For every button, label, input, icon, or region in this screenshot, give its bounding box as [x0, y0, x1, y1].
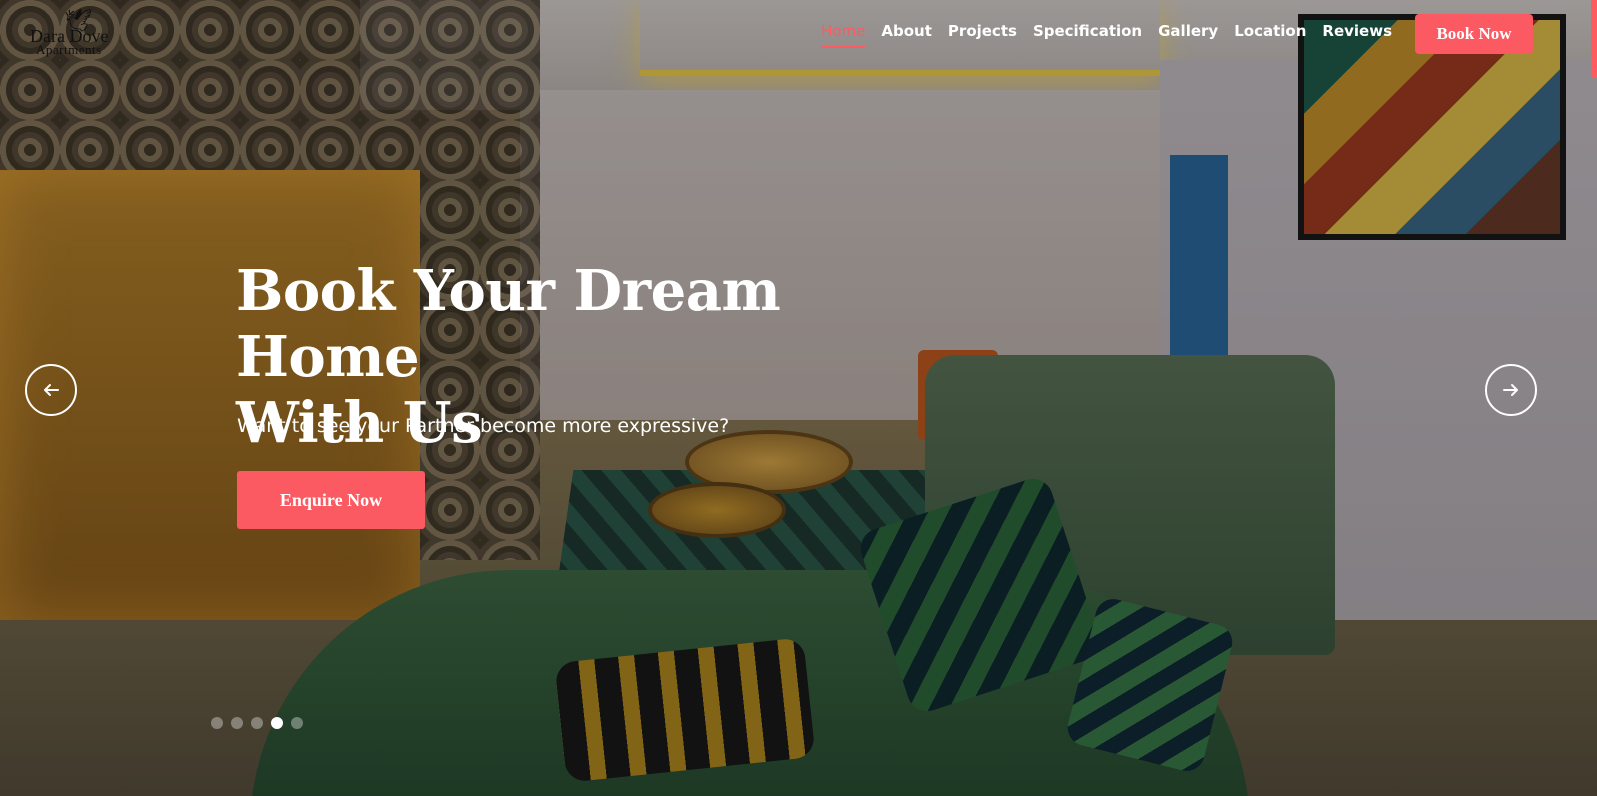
- carousel-dots: [211, 717, 303, 729]
- nav-about[interactable]: About: [881, 22, 932, 48]
- nav-specification[interactable]: Specification: [1033, 22, 1142, 48]
- scroll-indicator: [1591, 0, 1597, 78]
- book-now-button[interactable]: Book Now: [1415, 14, 1533, 54]
- arrow-left-icon: [44, 384, 59, 396]
- arrow-right-icon: [1503, 384, 1518, 396]
- nav-reviews[interactable]: Reviews: [1322, 22, 1392, 48]
- nav-location[interactable]: Location: [1234, 22, 1306, 48]
- site-logo[interactable]: 🕊 Dara Dove Apartments: [30, 10, 130, 58]
- hero-section: 🕊 Dara Dove Apartments Home About Projec…: [0, 0, 1597, 796]
- nav-projects[interactable]: Projects: [948, 22, 1017, 48]
- hero-subtitle: Want to see your Partner become more exp…: [237, 415, 730, 437]
- hero-title-line1: Book Your Dream Home: [236, 258, 781, 390]
- carousel-dot[interactable]: [211, 717, 223, 729]
- carousel-dot-active[interactable]: [271, 717, 283, 729]
- enquire-now-button[interactable]: Enquire Now: [237, 471, 425, 529]
- carousel-dot[interactable]: [231, 717, 243, 729]
- carousel-dot[interactable]: [291, 717, 303, 729]
- logo-subtext: Apartments: [36, 42, 102, 57]
- nav-home[interactable]: Home: [821, 22, 866, 48]
- nav-gallery[interactable]: Gallery: [1158, 22, 1218, 48]
- carousel-next-button[interactable]: [1485, 364, 1537, 416]
- carousel-prev-button[interactable]: [25, 364, 77, 416]
- main-nav: Home About Projects Specification Galler…: [821, 22, 1392, 48]
- site-header: 🕊 Dara Dove Apartments Home About Projec…: [0, 0, 1597, 70]
- carousel-dot[interactable]: [251, 717, 263, 729]
